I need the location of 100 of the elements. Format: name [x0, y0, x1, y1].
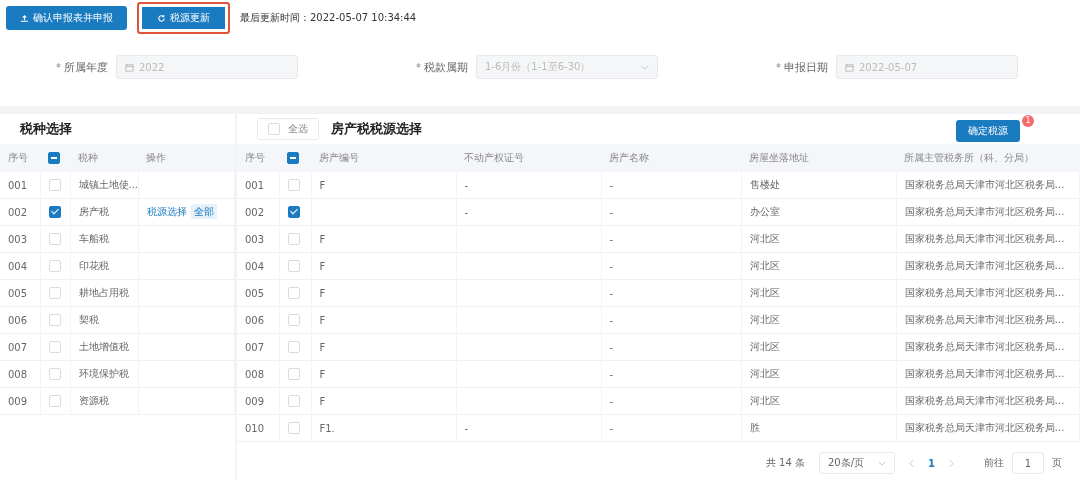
table-cell: 车船税	[70, 225, 138, 253]
row-number: 009	[0, 387, 40, 415]
header-checkbox[interactable]	[287, 152, 299, 164]
row-number: 005	[0, 279, 40, 307]
table-cell: F	[319, 395, 326, 407]
table-cell: 国家税务总局天津市河北区税务局…	[904, 206, 1065, 217]
table-cell: -	[464, 422, 469, 434]
chevron-down-icon	[878, 460, 887, 466]
table-cell: 国家税务总局天津市河北区税务局…	[904, 395, 1065, 406]
table-cell: 环境保护税	[70, 360, 138, 388]
panel-title: 税种选择	[20, 120, 72, 138]
row-number: 006	[237, 306, 279, 334]
table-cell: 国家税务总局天津市河北区税务局…	[904, 179, 1065, 190]
page-unit: 页	[1052, 456, 1062, 470]
refresh-icon	[157, 13, 166, 23]
column-header: 操作	[138, 144, 235, 172]
count-badge: 1	[1022, 115, 1034, 127]
table-cell: 河北区	[749, 314, 780, 325]
table-cell: -	[609, 206, 614, 218]
row-number: 008	[237, 360, 279, 388]
row-number: 008	[0, 360, 40, 388]
table-cell: 办公室	[749, 206, 780, 217]
table-cell: F	[319, 287, 326, 299]
row-number: 001	[0, 172, 40, 199]
table-cell: F	[319, 341, 326, 353]
table-cell: -	[609, 422, 614, 434]
toolbar-button[interactable]: 税源更新	[137, 2, 230, 34]
table-cell: 国家税务总局天津市河北区税务局…	[904, 341, 1065, 352]
table-cell: 房产税	[70, 198, 138, 226]
table-cell: -	[609, 260, 614, 272]
source-select-link[interactable]: 税源选择	[146, 206, 187, 217]
required-mark: *	[776, 61, 781, 73]
table-cell: -	[464, 179, 469, 191]
row-number: 004	[0, 252, 40, 280]
table-cell: 河北区	[749, 233, 780, 244]
row-number: 006	[0, 306, 40, 334]
table-cell: -	[609, 314, 614, 326]
calendar-icon	[125, 62, 134, 72]
table-cell: F	[319, 233, 326, 245]
row-number: 002	[237, 198, 279, 226]
table-cell: F	[319, 179, 326, 191]
table-cell: 河北区	[749, 287, 780, 298]
column-header: 序号	[237, 144, 279, 172]
table-cell: 土地增值税	[70, 333, 138, 361]
required-mark: *	[56, 61, 61, 73]
column-header: 房产编号	[311, 144, 456, 172]
table-cell: 河北区	[749, 260, 780, 271]
table-cell: 售楼处	[749, 179, 780, 190]
toolbar-button[interactable]: 确认申报表并申报	[6, 6, 127, 30]
table-cell: 国家税务总局天津市河北区税务局…	[904, 422, 1065, 433]
table-cell: 契税	[70, 306, 138, 334]
table-cell: -	[609, 368, 614, 380]
table-cell: 城镇土地使...	[70, 172, 138, 199]
table-cell: 国家税务总局天津市河北区税务局…	[904, 260, 1065, 271]
table-cell: 印花税	[70, 252, 138, 280]
next-page-icon[interactable]	[949, 458, 954, 468]
select-all-checkbox[interactable]: 全选	[257, 118, 319, 140]
required-mark: *	[416, 61, 421, 73]
row-number: 002	[0, 198, 40, 226]
chevron-down-icon	[641, 64, 649, 70]
tag[interactable]: 全部	[190, 204, 217, 219]
row-number: 003	[237, 225, 279, 253]
upload-icon	[20, 13, 29, 23]
table-cell: 资源税	[70, 387, 138, 415]
confirm-button[interactable]: 确定税源	[956, 120, 1020, 142]
table-cell: F	[319, 260, 326, 272]
page-input[interactable]: 1	[1012, 452, 1044, 474]
field-label: 申报日期	[784, 59, 828, 75]
table-cell: 国家税务总局天津市河北区税务局…	[904, 287, 1065, 298]
field-label: 所属年度	[64, 59, 108, 75]
row-number: 004	[237, 252, 279, 280]
table-cell: -	[609, 179, 614, 191]
table-cell: 河北区	[749, 368, 780, 379]
row-number: 003	[0, 225, 40, 253]
last-update-time: 最后更新时间：2022-05-07 10:34:44	[240, 11, 417, 25]
column-header: 房屋坐落地址	[741, 144, 896, 172]
column-header: 税种	[70, 144, 138, 172]
table-cell: F	[319, 368, 326, 380]
header-checkbox[interactable]	[48, 152, 60, 164]
row-checkbox[interactable]	[287, 206, 300, 218]
row-number: 001	[237, 172, 279, 199]
row-number: 009	[237, 387, 279, 415]
previous-page-icon[interactable]	[909, 458, 915, 468]
current-page[interactable]: 1	[928, 457, 935, 469]
table-cell: 国家税务总局天津市河北区税务局…	[904, 314, 1065, 325]
column-header: 所属主管税务所（科、分局）	[896, 144, 1080, 172]
column-header: 序号	[0, 144, 40, 172]
column-header: 房产名称	[601, 144, 741, 172]
row-checkbox[interactable]	[48, 206, 61, 218]
table-cell: 国家税务总局天津市河北区税务局…	[904, 368, 1065, 379]
field-label: 税款属期	[424, 59, 468, 75]
table-cell: 胜	[749, 422, 760, 433]
table-cell: F1.	[319, 422, 335, 434]
table-cell: -	[464, 206, 469, 218]
table-cell: 耕地占用税	[70, 279, 138, 307]
row-number: 005	[237, 279, 279, 307]
row-number: 010	[237, 414, 279, 442]
calendar-icon	[845, 62, 854, 72]
page-size-select[interactable]: 20条/页	[818, 452, 896, 474]
panel-title: 房产税税源选择	[331, 120, 422, 138]
